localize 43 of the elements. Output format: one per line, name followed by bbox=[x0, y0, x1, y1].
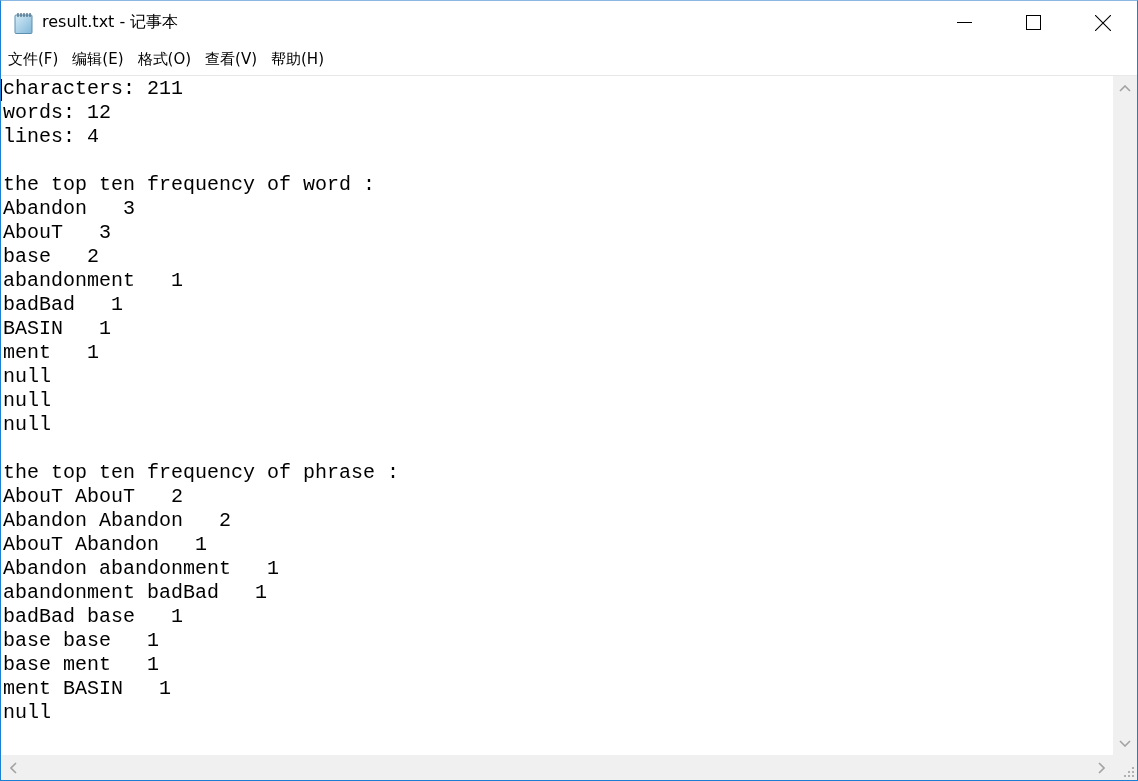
resize-grip-icon[interactable] bbox=[1124, 767, 1135, 778]
chevron-down-icon bbox=[1119, 739, 1131, 747]
text-line: BASIN 1 bbox=[3, 317, 112, 340]
text-line: AbouT 3 bbox=[3, 221, 112, 244]
notebook-icon bbox=[14, 11, 34, 34]
close-icon bbox=[1094, 14, 1111, 31]
minimize-icon bbox=[957, 22, 972, 23]
menu-item[interactable]: 格式(O) bbox=[130, 47, 199, 72]
text-line: abandonment 1 bbox=[3, 269, 184, 292]
text-line: Abandon Abandon 2 bbox=[3, 509, 232, 532]
window-title: result.txt - 记事本 bbox=[42, 12, 179, 33]
text-line: Abandon 3 bbox=[3, 197, 136, 220]
text-line: base ment 1 bbox=[3, 653, 160, 676]
text-line: badBad base 1 bbox=[3, 605, 184, 628]
text-line: ment 1 bbox=[3, 341, 99, 364]
text-line: null bbox=[3, 365, 51, 388]
horizontal-scrollbar[interactable] bbox=[1, 755, 1113, 780]
vertical-scrollbar[interactable] bbox=[1113, 76, 1137, 755]
text-line: base 2 bbox=[3, 245, 99, 268]
text-line: Abandon abandonment 1 bbox=[3, 557, 280, 580]
text-line: words: 12 bbox=[3, 101, 112, 124]
text-line: null bbox=[3, 413, 51, 436]
text-line: base base 1 bbox=[3, 629, 160, 652]
text-line: abandonment badBad 1 bbox=[3, 581, 268, 604]
menu-item[interactable]: 查看(V) bbox=[198, 47, 264, 72]
text-line: AbouT AbouT 2 bbox=[3, 485, 184, 508]
text-line: null bbox=[3, 701, 51, 724]
maximize-icon bbox=[1026, 15, 1041, 30]
text-line: characters: 211 bbox=[3, 77, 184, 100]
text-line: the top ten frequency of word : bbox=[3, 173, 376, 196]
text-cursor bbox=[1, 79, 2, 101]
menu-item[interactable]: 帮助(H) bbox=[264, 47, 331, 72]
chevron-right-icon bbox=[1097, 761, 1105, 774]
menu-item[interactable]: 编辑(E) bbox=[65, 47, 131, 72]
text-line: AbouT Abandon 1 bbox=[3, 533, 208, 556]
text-line: the top ten frequency of phrase : bbox=[3, 461, 400, 484]
chevron-up-icon bbox=[1119, 84, 1131, 92]
chevron-left-icon bbox=[9, 761, 17, 774]
menu-item[interactable]: 文件(F) bbox=[1, 47, 66, 72]
text-line: badBad 1 bbox=[3, 293, 124, 316]
text-line: null bbox=[3, 389, 51, 412]
text-line: lines: 4 bbox=[3, 125, 99, 148]
text-line: ment BASIN 1 bbox=[3, 677, 172, 700]
